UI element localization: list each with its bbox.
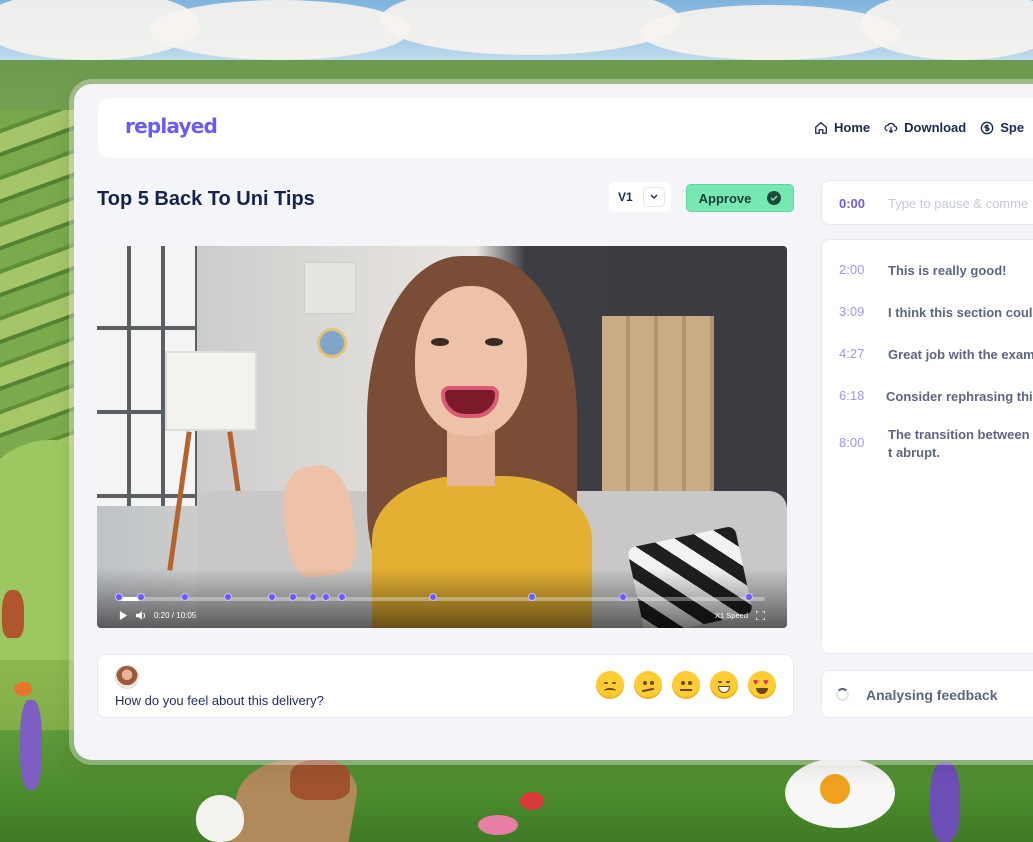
- comment-time[interactable]: 2:00: [822, 262, 888, 277]
- comment-time[interactable]: 6:18: [822, 388, 888, 403]
- comment-text: I think this section coul: [888, 305, 1033, 320]
- timeline-comment-marker[interactable]: [136, 593, 145, 601]
- very-dissatisfied-icon[interactable]: [596, 671, 624, 699]
- home-icon: [815, 121, 827, 134]
- comment-item[interactable]: 3:09 I think this section coul: [822, 304, 1033, 322]
- timeline-comment-marker[interactable]: [224, 593, 233, 601]
- presenter-eye: [485, 338, 503, 346]
- logo[interactable]: replayed: [125, 114, 218, 138]
- main-nav: Home Download Spe: [814, 120, 1024, 135]
- folding-screen: [602, 316, 714, 516]
- volume-icon[interactable]: [136, 610, 146, 620]
- dollar-circle-icon: [980, 121, 994, 134]
- canvas-on-easel: [165, 351, 257, 431]
- nav-spend-label: Spe: [1000, 120, 1025, 135]
- lupin-flower: [930, 762, 960, 842]
- loading-spinner-icon: [836, 688, 849, 701]
- comment-input[interactable]: [888, 192, 1033, 214]
- comment-text: Consider rephrasing thi: [886, 389, 1033, 404]
- approve-button[interactable]: Approve: [686, 184, 794, 212]
- timeline-comment-marker[interactable]: [308, 593, 317, 601]
- timeline-comment-marker[interactable]: [744, 593, 753, 601]
- comment-item[interactable]: 4:27 Great job with the exam: [822, 346, 1033, 364]
- confused-icon[interactable]: [634, 671, 662, 699]
- analysis-status: Analysing feedback: [821, 670, 1033, 718]
- top-navbar: replayed Home Download Spe: [98, 98, 1033, 158]
- squirrel-figure: [290, 760, 350, 800]
- flower: [520, 792, 544, 810]
- nav-home-label: Home: [834, 120, 871, 135]
- comment-time[interactable]: 8:00: [822, 426, 888, 450]
- app-window: replayed Home Download Spe Top 5 Back To…: [74, 84, 1033, 760]
- emoji-rating: ♥ ♥: [596, 671, 776, 699]
- page-title: Top 5 Back To Uni Tips: [97, 188, 315, 210]
- comment-composer: 0:00: [821, 180, 1033, 225]
- timeline-comment-marker[interactable]: [528, 593, 537, 601]
- rabbit-figure: [196, 795, 244, 842]
- feedback-prompt: How do you feel about this delivery? ♥ ♥: [97, 654, 794, 718]
- comment-text: Great job with the exam: [888, 347, 1033, 362]
- fox-figure: [2, 590, 24, 638]
- comment-time[interactable]: 4:27: [822, 346, 888, 361]
- timeline-comment-marker[interactable]: [321, 593, 330, 601]
- nav-spend[interactable]: Spe: [980, 120, 1024, 135]
- comment-item[interactable]: 6:18 Consider rephrasing thi: [822, 388, 1033, 406]
- avatar: [115, 665, 139, 689]
- time-display: 0:20 / 10:05: [154, 610, 197, 620]
- neutral-icon[interactable]: [672, 671, 700, 699]
- check-circle-icon: [767, 191, 782, 205]
- comments-list: 2:00 This is really good! 3:09 I think t…: [821, 239, 1033, 654]
- version-value: V1: [618, 190, 633, 204]
- nav-download[interactable]: Download: [884, 120, 966, 135]
- chevron-down-icon[interactable]: [642, 187, 665, 207]
- fullscreen-icon[interactable]: [756, 610, 765, 620]
- video-timeline[interactable]: [115, 593, 765, 601]
- nav-download-label: Download: [904, 120, 967, 135]
- comment-text: The transition between t abrupt.: [888, 427, 1030, 460]
- nav-home[interactable]: Home: [814, 120, 870, 135]
- grinning-icon[interactable]: [710, 671, 738, 699]
- round-mirror: [317, 328, 347, 358]
- flower: [14, 682, 32, 696]
- approve-label: Approve: [698, 190, 752, 206]
- cloud: [150, 0, 410, 60]
- wall-poster: [304, 262, 356, 314]
- timeline-comment-marker[interactable]: [268, 593, 277, 601]
- timeline-comment-marker[interactable]: [337, 593, 346, 601]
- comment-text: This is really good!: [888, 263, 1007, 278]
- lupin-flower: [20, 700, 42, 790]
- comment-item[interactable]: 2:00 This is really good!: [822, 262, 1033, 280]
- heart-eyes-icon[interactable]: ♥ ♥: [748, 671, 776, 699]
- comment-item[interactable]: 8:00 The transition between t abrupt.: [822, 426, 1033, 462]
- video-player[interactable]: 0:20 / 10:05 X1 Speed: [97, 246, 787, 628]
- daisy-center: [820, 774, 850, 804]
- timeline-comment-marker[interactable]: [618, 593, 627, 601]
- analysis-status-label: Analysing feedback: [866, 687, 998, 703]
- flower: [478, 815, 518, 835]
- timeline-comment-marker[interactable]: [289, 593, 298, 601]
- player-controls: 0:20 / 10:05 X1 Speed: [119, 608, 765, 622]
- comment-timestamp: 0:00: [839, 196, 866, 211]
- cloud: [640, 5, 900, 60]
- timeline-comment-marker[interactable]: [428, 593, 437, 601]
- speed-button[interactable]: X1 Speed: [715, 611, 748, 620]
- play-icon[interactable]: [119, 610, 128, 620]
- version-select[interactable]: V1: [609, 182, 671, 212]
- feedback-question: How do you feel about this delivery?: [115, 693, 324, 708]
- download-cloud-icon: [884, 122, 898, 133]
- comment-time[interactable]: 3:09: [822, 304, 888, 319]
- timeline-comment-marker[interactable]: [180, 593, 189, 601]
- presenter-eye: [431, 338, 449, 346]
- timeline-comment-marker[interactable]: [115, 593, 123, 601]
